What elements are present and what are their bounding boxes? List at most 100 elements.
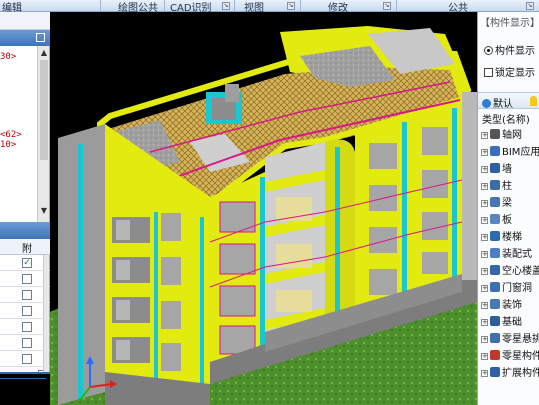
column <box>78 144 83 399</box>
ribbon-divider <box>300 0 301 12</box>
scroll-down-icon[interactable]: ▼ <box>39 206 49 216</box>
tree-item[interactable]: + 扩展构件 <box>481 364 539 380</box>
expand-icon[interactable]: + <box>481 353 488 360</box>
prefab-icon <box>490 248 500 258</box>
tree-item-label: 零星悬挑 <box>502 334 539 345</box>
code-line: 30> <box>0 52 17 62</box>
lock-display-label: 锁定显示 <box>495 68 535 79</box>
grid-header: 附 <box>0 239 50 255</box>
tree-item[interactable]: + 装配式 <box>481 245 532 261</box>
scroll-up-icon[interactable]: ▲ <box>39 48 49 58</box>
default-label: 默认 <box>493 99 513 110</box>
attach-column-header: 附 <box>22 244 32 255</box>
attach-checkbox[interactable] <box>22 354 32 364</box>
vertical-scrollbar[interactable]: ▲ ▼ <box>37 46 49 222</box>
roof-stair-block <box>225 84 239 102</box>
cantilever-icon <box>490 333 500 343</box>
expand-icon[interactable]: + <box>481 132 488 139</box>
tree-item-label: 门窗洞 <box>502 283 532 294</box>
expand-icon[interactable]: + <box>481 149 488 156</box>
expand-icon[interactable]: + <box>481 336 488 343</box>
3d-viewport[interactable] <box>50 12 477 405</box>
tree-item[interactable]: + 梁 <box>481 194 512 210</box>
pin-icon[interactable] <box>36 33 45 42</box>
column <box>154 212 158 402</box>
type-column-header: 类型(名称) <box>482 115 530 126</box>
tree-item-label: 装饰 <box>502 300 522 311</box>
tree-item-label: 轴网 <box>502 130 522 141</box>
attach-checkbox[interactable] <box>22 290 32 300</box>
expand-icon[interactable]: + <box>481 302 488 309</box>
door-window-icon <box>490 282 500 292</box>
code-line: 10> <box>0 140 17 150</box>
column <box>200 217 204 405</box>
tree-item-label: 板 <box>502 215 512 226</box>
extension-icon <box>490 367 500 377</box>
expand-icon[interactable]: + <box>481 217 488 224</box>
dialog-launcher-icon[interactable]: ↘ <box>383 2 391 10</box>
tree-item[interactable]: + 零星悬挑 <box>481 330 539 346</box>
expand-icon[interactable]: + <box>481 200 488 207</box>
component-toolbar: 默认 <box>478 92 539 110</box>
tree-item[interactable]: + BIM应用 <box>481 143 539 159</box>
tree-item-label: 扩展构件 <box>502 368 539 379</box>
bulb-icon[interactable] <box>530 96 537 106</box>
show-component-radio[interactable]: 构件显示 <box>484 42 535 57</box>
tree-item[interactable]: + 墙 <box>481 160 512 176</box>
expand-icon[interactable]: + <box>481 166 488 173</box>
tree-item-label: 柱 <box>502 181 512 192</box>
expand-icon[interactable]: + <box>481 370 488 377</box>
tree-item[interactable]: + 柱 <box>481 177 512 193</box>
beam-icon <box>490 197 500 207</box>
expand-icon[interactable]: + <box>481 183 488 190</box>
expand-icon[interactable]: + <box>481 251 488 258</box>
building-3d-view <box>50 12 477 405</box>
ribbon-divider <box>164 0 165 12</box>
grid-scrollbar[interactable] <box>43 255 49 372</box>
axis-grid-icon <box>490 129 500 139</box>
tree-item[interactable]: + 板 <box>481 211 512 227</box>
minimap[interactable] <box>0 372 50 405</box>
code-panel-titlebar <box>0 30 50 46</box>
foundation-icon <box>490 316 500 326</box>
component-display-panel: 【构件显示】 构件显示 锁定显示 默认 类型(名称) + 轴网 + BIM应用 + 墙 + 柱… <box>477 12 539 405</box>
attach-checkbox[interactable] <box>22 338 32 348</box>
tree-item-label: 零星构件 <box>502 351 539 362</box>
tree-item-label: 基础 <box>502 317 522 328</box>
ribbon-divider <box>234 0 235 12</box>
radio-selected-icon[interactable] <box>484 46 493 55</box>
lock-display-checkbox[interactable]: 锁定显示 <box>484 64 535 79</box>
attach-checkbox[interactable] <box>22 274 32 284</box>
code-panel-header <box>0 12 50 30</box>
expand-icon[interactable]: + <box>481 319 488 326</box>
tree-item[interactable]: + 基础 <box>481 313 522 329</box>
tree-item-label: 空心楼盖 <box>502 266 539 277</box>
expand-icon[interactable]: + <box>481 285 488 292</box>
property-grid-titlebar <box>0 222 50 239</box>
code-panel: 30> <62> 10> ▲ ▼ <box>0 12 50 222</box>
dialog-launcher-icon[interactable]: ↘ <box>287 2 295 10</box>
attach-checkbox[interactable]: ✓ <box>22 258 32 268</box>
stair-icon <box>490 231 500 241</box>
attach-checkbox[interactable] <box>22 306 32 316</box>
checkbox-icon[interactable] <box>484 68 493 77</box>
tree-item[interactable]: + 楼梯 <box>481 228 522 244</box>
attach-checkbox[interactable] <box>22 322 32 332</box>
minimap-line <box>0 378 46 379</box>
tree-item[interactable]: + 轴网 <box>481 126 522 142</box>
expand-icon[interactable]: + <box>481 234 488 241</box>
tree-item[interactable]: + 零星构件 <box>481 347 539 363</box>
wall-icon <box>490 163 500 173</box>
default-button[interactable]: 默认 <box>482 95 513 110</box>
code-line: <62> <box>0 130 22 140</box>
column <box>452 108 457 280</box>
tree-item[interactable]: + 空心楼盖 <box>481 262 539 278</box>
tree-item-label: 梁 <box>502 198 512 209</box>
dialog-launcher-icon[interactable]: ↘ <box>526 2 534 10</box>
dialog-launcher-icon[interactable]: ↘ <box>222 2 230 10</box>
tree-item[interactable]: + 门窗洞 <box>481 279 532 295</box>
tree-item[interactable]: + 装饰 <box>481 296 522 312</box>
scroll-thumb[interactable] <box>40 60 48 160</box>
expand-icon[interactable]: + <box>481 268 488 275</box>
misc-component-icon <box>490 350 500 360</box>
